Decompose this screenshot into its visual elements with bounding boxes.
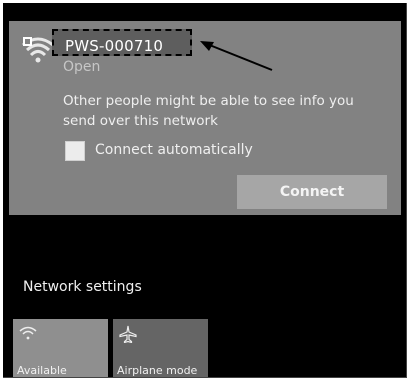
wifi-network-item[interactable]: PWS-000710 Open Other people might be ab… <box>9 21 401 215</box>
wifi-flyout: PWS-000710 Open Other people might be ab… <box>3 3 407 378</box>
security-warning: Other people might be able to see info y… <box>63 93 354 129</box>
wifi-quick-action-label: Available <box>17 364 67 377</box>
airplane-mode-quick-action[interactable]: Airplane mode <box>113 319 208 377</box>
airplane-mode-label: Airplane mode <box>117 364 198 377</box>
network-settings-link[interactable]: Network settings <box>23 279 142 295</box>
connect-automatically-label[interactable]: Connect automatically <box>95 142 253 158</box>
wifi-quick-action[interactable]: Available <box>13 319 108 377</box>
connect-button[interactable]: Connect <box>237 175 387 209</box>
network-status: Open <box>63 59 101 75</box>
wifi-icon <box>19 326 37 340</box>
connect-automatically-checkbox[interactable] <box>65 141 85 161</box>
airplane-icon <box>119 325 137 343</box>
network-ssid: PWS-000710 <box>65 37 164 55</box>
wifi-secured-icon <box>22 37 54 63</box>
